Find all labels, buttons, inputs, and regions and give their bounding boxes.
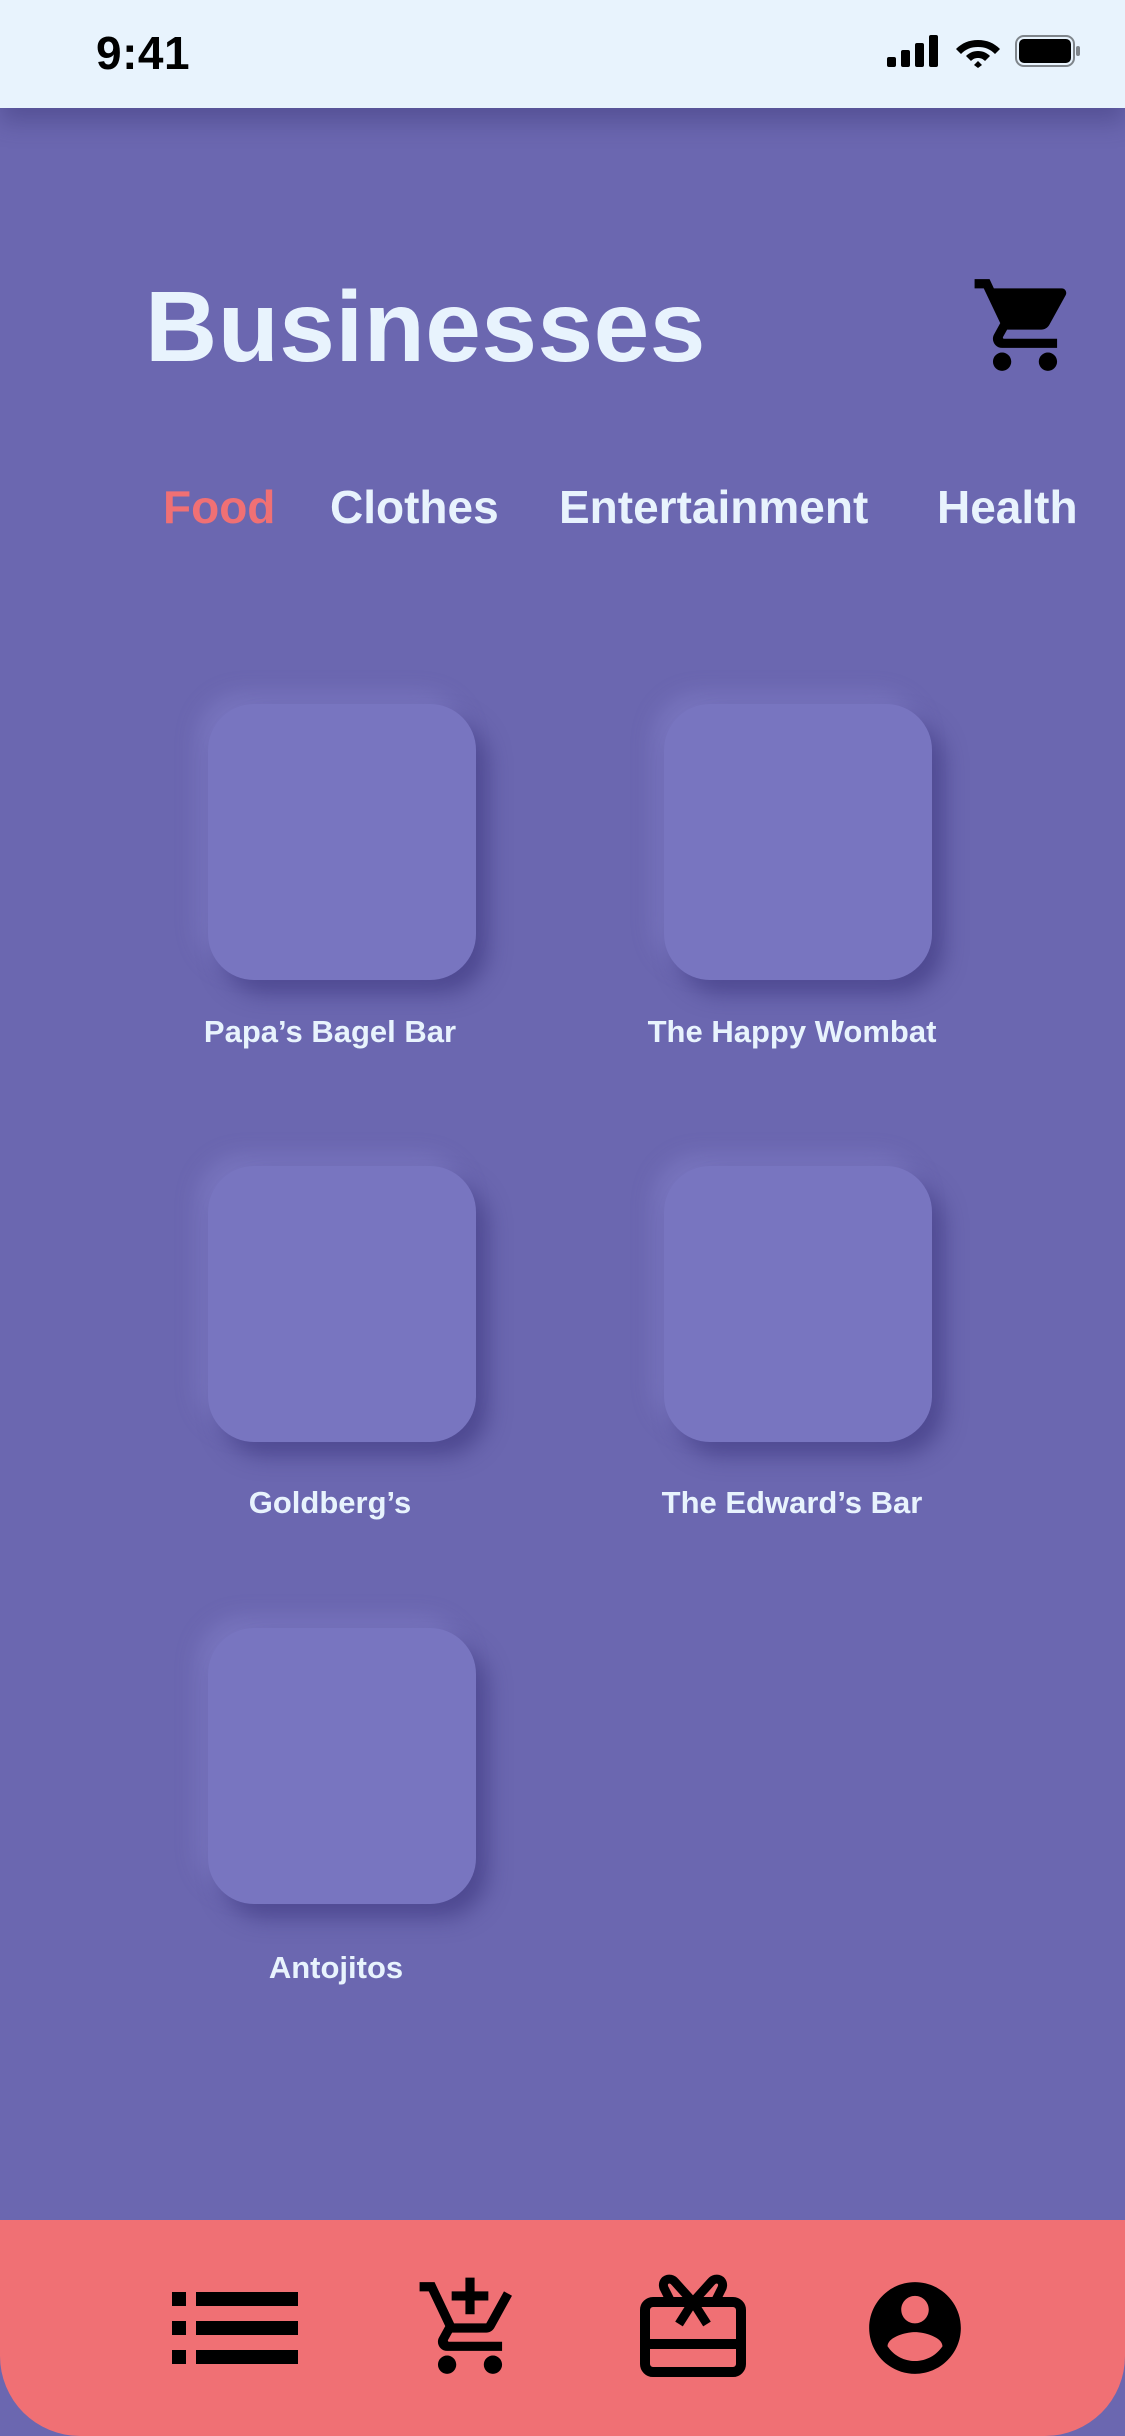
list-icon <box>172 2292 298 2364</box>
business-thumbnail <box>664 1166 932 1442</box>
status-bar: 9:41 <box>0 0 1125 108</box>
business-name: Goldberg’s <box>248 1485 412 1520</box>
cart-icon <box>974 279 1067 371</box>
battery-icon <box>1015 35 1080 67</box>
tab-health[interactable]: Health <box>937 480 1078 534</box>
nav-account-button[interactable] <box>840 2220 990 2436</box>
tab-food[interactable]: Food <box>163 480 275 534</box>
business-thumbnail <box>208 1628 476 1904</box>
business-thumbnail <box>664 704 932 980</box>
cart-button[interactable] <box>970 270 1080 380</box>
gift-card-icon <box>640 2274 746 2377</box>
add-to-cart-icon <box>419 2277 512 2374</box>
wifi-icon <box>956 40 1000 68</box>
cellular-signal-icon <box>887 35 938 67</box>
business-name: Papa’s Bagel Bar <box>203 1014 457 1049</box>
nav-gift-card-button[interactable] <box>618 2220 768 2436</box>
business-name: The Edward’s Bar <box>661 1485 923 1520</box>
tab-clothes[interactable]: Clothes <box>330 480 499 534</box>
bottom-nav <box>0 2220 1125 2436</box>
status-icons <box>887 34 1081 68</box>
page-title: Businesses <box>145 271 706 383</box>
category-tabs: Food Clothes Entertainment Health <box>0 480 1125 550</box>
nav-list-button[interactable] <box>160 2220 310 2436</box>
account-icon <box>869 2282 961 2374</box>
status-time: 9:41 <box>96 27 191 79</box>
business-thumbnail <box>208 1166 476 1442</box>
business-thumbnail <box>208 704 476 980</box>
business-name: Antojitos <box>268 1950 404 1985</box>
tab-entertainment[interactable]: Entertainment <box>559 480 868 534</box>
nav-add-to-cart-button[interactable] <box>395 2220 545 2436</box>
business-name: The Happy Wombat <box>647 1014 937 1049</box>
